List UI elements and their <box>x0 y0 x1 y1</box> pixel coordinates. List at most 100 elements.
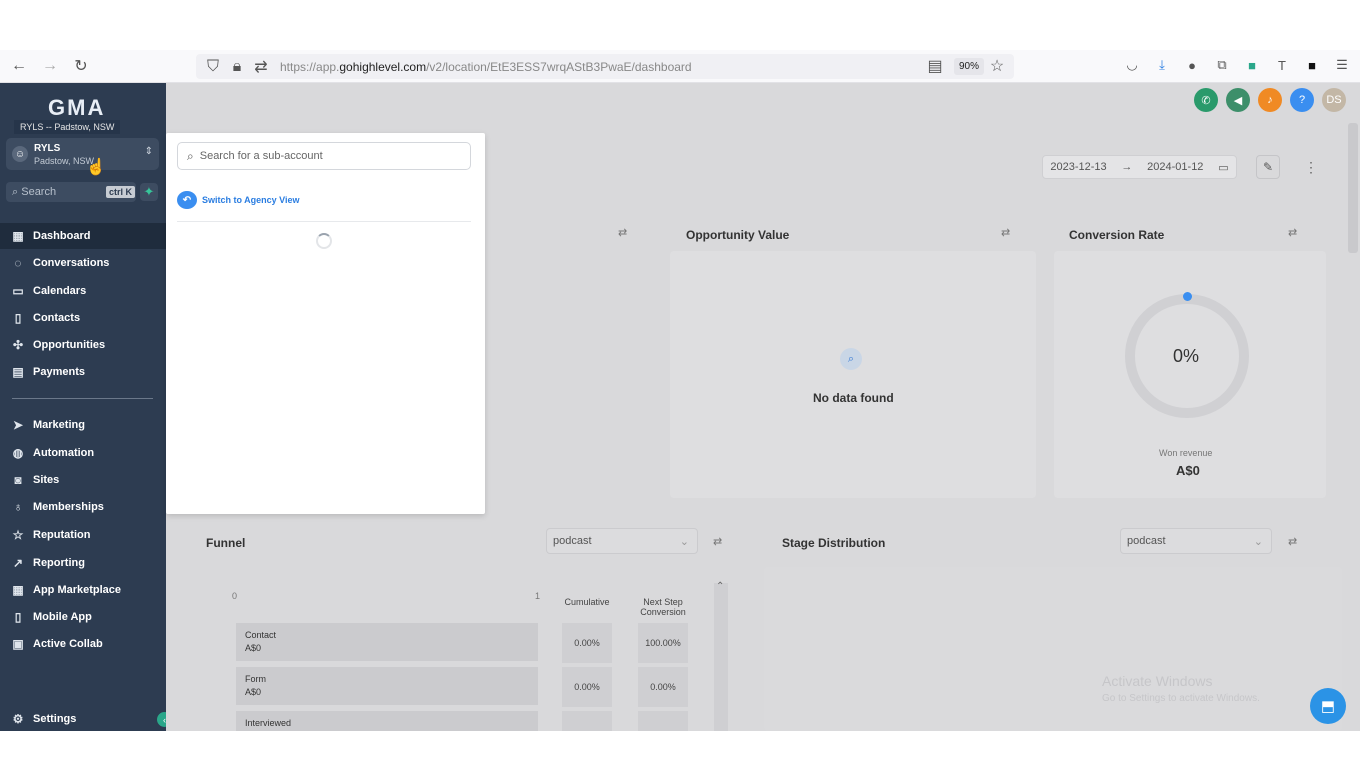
chat-widget-icon[interactable]: ⬒ <box>1310 688 1346 724</box>
account-switcher[interactable]: ☺ RYLS Padstow, NSW ⇕ <box>6 138 159 170</box>
chevron-updown-icon[interactable]: ⇕ <box>145 146 153 157</box>
more-options-icon[interactable]: ⋮ <box>1304 159 1318 176</box>
sidebar-item-memberships[interactable]: ♁ Memberships <box>0 494 166 520</box>
opportunity-value-panel <box>670 251 1036 498</box>
menu-icon[interactable]: ☰ <box>1334 56 1350 74</box>
windows-watermark: Activate Windows <box>1102 673 1213 689</box>
cumulative-header: Cumulative <box>564 597 610 607</box>
pocket-icon[interactable]: ◡ <box>1124 56 1140 74</box>
cumulative-cell <box>562 711 612 731</box>
calendar-icon: ▭ <box>12 284 24 298</box>
switcher-divider <box>177 221 471 222</box>
swap-icon[interactable]: ⇄ <box>1288 226 1297 239</box>
date-range-picker[interactable]: 2023-12-13 → 2024-01-12 ▭ <box>1042 155 1237 179</box>
bell-icon[interactable]: ♪ <box>1258 88 1282 112</box>
quick-add-icon[interactable]: ✦ <box>140 183 158 201</box>
stage-distribution-title: Stage Distribution <box>782 536 886 550</box>
help-icon[interactable]: ? <box>1290 88 1314 112</box>
account-icon[interactable]: ● <box>1184 56 1200 74</box>
sidebar-item-label: Reputation <box>33 529 91 541</box>
grid-icon: ▦ <box>12 229 24 243</box>
url-text[interactable]: https://app.gohighlevel.com/v2/location/… <box>280 60 692 74</box>
funnel-pipeline-select[interactable]: podcast ⌄ <box>546 528 698 554</box>
next-step-header: Next Step Conversion <box>640 597 686 617</box>
swap-icon[interactable]: ⇄ <box>713 535 722 548</box>
sub-account-search[interactable]: ⌕ <box>177 142 471 170</box>
sidebar-item-contacts[interactable]: ▯ Contacts <box>0 305 166 331</box>
switch-to-agency-view-link[interactable]: ↶ Switch to Agency View <box>177 191 300 209</box>
shield-icon[interactable]: ⛉ <box>204 58 222 76</box>
back-icon[interactable]: ← <box>4 51 34 81</box>
search-icon: ⌕ <box>12 185 19 198</box>
zoom-badge[interactable]: 90% <box>954 58 985 75</box>
avatar[interactable]: DS <box>1322 88 1346 112</box>
automation-icon: ◍ <box>12 446 24 460</box>
chevron-up-icon[interactable]: ⌃ <box>716 581 724 592</box>
extensions-icon[interactable]: ⧉ <box>1214 56 1230 74</box>
lock-icon[interactable]: 🔒︎ <box>228 58 246 76</box>
forward-icon[interactable]: → <box>35 51 65 81</box>
funnel-scrollbar[interactable] <box>714 583 728 731</box>
bookmark-star-icon[interactable]: ☆ <box>988 57 1006 75</box>
edit-dashboard-icon[interactable]: ✎ <box>1256 155 1280 179</box>
sidebar-item-reputation[interactable]: ☆ Reputation <box>0 522 166 548</box>
sidebar-item-label: Automation <box>33 447 95 459</box>
swap-icon[interactable]: ⇄ <box>1001 226 1010 239</box>
sidebar-item-label: Conversations <box>33 257 110 269</box>
recorder-icon[interactable]: ■ <box>1304 56 1320 74</box>
sidebar-item-mobile-app[interactable]: ▯ Mobile App <box>0 604 166 630</box>
collab-icon: ▣ <box>12 637 24 651</box>
extension-green-icon[interactable]: ■ <box>1244 56 1260 74</box>
sidebar-search-placeholder: Search <box>21 186 57 198</box>
browser-toolbar: ← → ↻ ⛉ 🔒︎ ⇄ https://app.gohighlevel.com… <box>0 50 1360 83</box>
sidebar-item-opportunities[interactable]: ✣ Opportunities <box>0 332 166 358</box>
megaphone-icon[interactable]: ◀ <box>1226 88 1250 112</box>
reload-icon[interactable]: ↻ <box>66 51 96 81</box>
app: GMA RYLS -- Padstow, NSW ☺ RYLS Padstow,… <box>0 83 1360 731</box>
date-end: 2024-01-12 <box>1147 161 1204 173</box>
sidebar-item-reporting[interactable]: ↗ Reporting <box>0 550 166 576</box>
sidebar-item-settings[interactable]: ⚙ Settings <box>0 706 166 731</box>
sub-account-search-input[interactable] <box>199 150 450 162</box>
agency-logo[interactable]: GMA <box>48 95 105 121</box>
chevron-down-icon: ⌄ <box>679 535 689 548</box>
funnel-stage: Interviewed <box>236 711 538 731</box>
reader-icon[interactable]: ▤ <box>926 57 944 75</box>
pointer-cursor-icon: ☝ <box>86 159 106 176</box>
contacts-icon: ▯ <box>14 311 22 325</box>
sidebar-item-sites[interactable]: ◙ Sites <box>0 467 166 493</box>
sidebar-item-label: Calendars <box>33 285 87 297</box>
page-scrollbar[interactable] <box>1348 123 1358 253</box>
sidebar-item-conversations[interactable]: ◌ Conversations <box>0 250 166 276</box>
sidebar-item-active-collab[interactable]: ▣ Active Collab <box>0 631 166 657</box>
windows-watermark-subtext: Go to Settings to activate Windows. <box>1102 693 1260 704</box>
sidebar-item-app-marketplace[interactable]: ▦ App Marketplace <box>0 577 166 603</box>
swap-icon[interactable]: ⇄ <box>1288 535 1297 548</box>
download-icon[interactable]: ⤓ <box>1154 56 1170 74</box>
screen: ← → ↻ ⛉ 🔒︎ ⇄ https://app.gohighlevel.com… <box>0 0 1360 780</box>
extension-text-icon[interactable]: T <box>1274 56 1290 74</box>
stage-value: A$0 <box>245 687 262 697</box>
sidebar-item-marketing[interactable]: ➤ Marketing <box>0 412 166 438</box>
cumulative-cell: 0.00% <box>562 623 612 663</box>
permissions-icon[interactable]: ⇄ <box>252 58 270 76</box>
sidebar-item-dashboard[interactable]: ▦ Dashboard <box>0 223 166 249</box>
address-bar[interactable]: ⛉ 🔒︎ ⇄ https://app.gohighlevel.com/v2/lo… <box>196 54 1014 79</box>
sidebar-item-calendars[interactable]: ▭ Calendars <box>0 278 166 304</box>
phone-icon[interactable]: ✆ <box>1194 88 1218 112</box>
stage-pipeline-select[interactable]: podcast ⌄ <box>1120 528 1272 554</box>
funnel-select-value: podcast <box>553 535 592 547</box>
header-actions: ✆ ◀ ♪ ? DS <box>1194 88 1346 112</box>
conversion-percent: 0% <box>1173 346 1200 366</box>
sidebar-item-label: Marketing <box>33 419 85 431</box>
funnel-axis-max: 1 <box>535 591 541 601</box>
sidebar-item-automation[interactable]: ◍ Automation <box>0 440 166 466</box>
sidebar-item-label: Memberships <box>33 501 104 513</box>
stage-distribution-panel <box>764 567 1342 731</box>
sidebar-item-label: Active Collab <box>33 638 103 650</box>
star-icon: ☆ <box>12 528 24 542</box>
sub-account-switcher: ⌕ ↶ Switch to Agency View <box>166 133 485 514</box>
swap-icon[interactable]: ⇄ <box>618 226 627 239</box>
gear-icon: ⚙ <box>12 712 24 726</box>
sidebar-item-payments[interactable]: ▤ Payments <box>0 359 166 385</box>
